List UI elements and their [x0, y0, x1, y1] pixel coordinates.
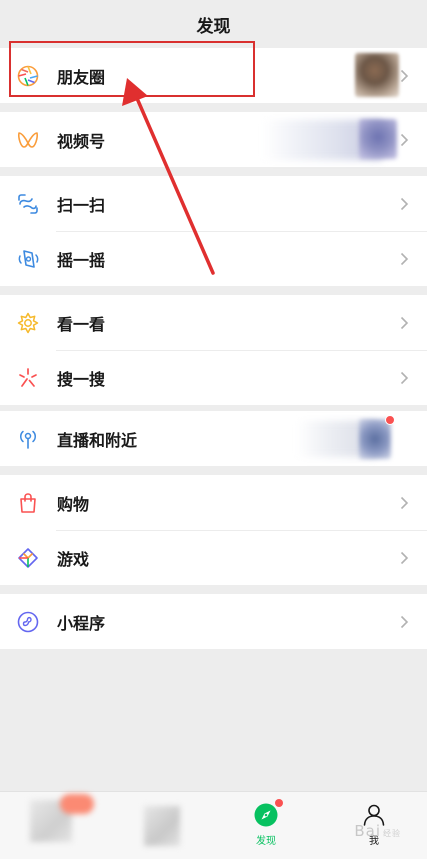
section-shopping-games: 购物 游戏 — [0, 475, 427, 585]
notification-dot — [385, 415, 395, 425]
chevron-right-icon — [397, 252, 411, 266]
tab-discover[interactable]: 发现 — [213, 792, 319, 859]
page-header: 发现 — [0, 0, 427, 48]
menu-item-label: 游戏 — [57, 549, 90, 569]
chevron-right-icon — [397, 133, 411, 147]
menu-item-label: 朋友圈 — [57, 67, 106, 87]
chevron-right-icon — [397, 496, 411, 510]
section-live-nearby: 直播和附近 — [0, 411, 427, 466]
menu-item-label: 小程序 — [57, 613, 106, 633]
chevron-right-icon — [397, 551, 411, 565]
blurred-tab-icon — [144, 806, 180, 846]
scan-icon — [17, 193, 39, 215]
menu-item-scan[interactable]: 扫一扫 — [0, 176, 427, 231]
blurred-badge — [60, 794, 94, 814]
menu-item-label: 扫一扫 — [57, 195, 106, 215]
watermark-suffix: 经验 — [383, 829, 401, 838]
discover-icon — [253, 799, 283, 828]
menu-item-live-nearby[interactable]: 直播和附近 — [0, 411, 427, 466]
tab-label: 发现 — [256, 836, 276, 847]
chevron-right-icon — [397, 615, 411, 629]
chevron-right-icon — [397, 69, 411, 83]
menu-item-channels[interactable]: 视频号 — [0, 112, 427, 167]
menu-item-shake[interactable]: 摇一摇 — [0, 231, 427, 286]
menu-item-top-stories[interactable]: 看一看 — [0, 295, 427, 350]
moments-icon — [17, 65, 39, 87]
mini-programs-icon — [17, 611, 39, 633]
section-channels: 视频号 — [0, 112, 427, 167]
watermark-text: Bai — [354, 822, 381, 840]
section-mini-programs: 小程序 — [0, 594, 427, 649]
games-icon — [17, 547, 39, 569]
tab-blurred-1[interactable] — [0, 792, 106, 859]
menu-item-shopping[interactable]: 购物 — [0, 475, 427, 530]
moments-thumbnail — [355, 53, 399, 97]
section-stories-search: 看一看 搜一搜 — [0, 295, 427, 405]
menu-item-label: 购物 — [57, 494, 90, 514]
menu-item-label: 搜一搜 — [57, 369, 106, 389]
menu-item-label: 摇一摇 — [57, 250, 106, 270]
menu-item-mini-programs[interactable]: 小程序 — [0, 594, 427, 649]
search-icon — [17, 367, 39, 389]
shopping-icon — [17, 492, 39, 514]
section-moments: 朋友圈 — [0, 48, 427, 103]
channels-icon — [17, 129, 39, 151]
shake-icon — [17, 248, 39, 270]
tab-blurred-2[interactable] — [106, 792, 212, 859]
page-title: 发现 — [196, 16, 231, 37]
channels-thumbnail — [359, 119, 397, 159]
top-stories-icon — [17, 312, 39, 334]
chevron-right-icon — [397, 371, 411, 385]
live-thumbnail — [359, 419, 391, 459]
menu-item-search[interactable]: 搜一搜 — [0, 350, 427, 405]
menu-item-games[interactable]: 游戏 — [0, 530, 427, 585]
menu-item-label: 看一看 — [57, 314, 106, 334]
chevron-right-icon — [397, 316, 411, 330]
chevron-right-icon — [397, 197, 411, 211]
watermark: Bai 经验 — [354, 822, 401, 840]
menu-item-moments[interactable]: 朋友圈 — [0, 48, 427, 103]
notification-dot — [275, 799, 283, 807]
live-nearby-icon — [17, 428, 39, 450]
section-scan-shake: 扫一扫 摇一摇 — [0, 176, 427, 286]
